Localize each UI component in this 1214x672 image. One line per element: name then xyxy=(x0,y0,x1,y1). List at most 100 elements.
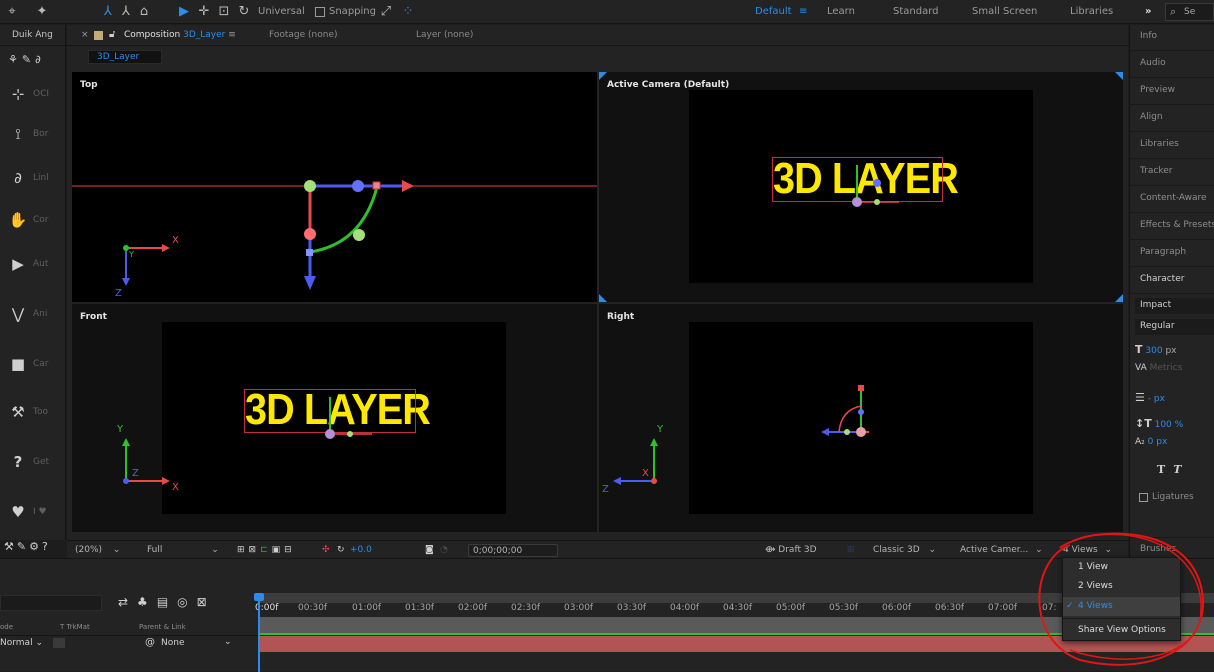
duik-item-get-help[interactable]: ? Get xyxy=(8,453,64,473)
faux-style-buttons[interactable]: TT xyxy=(1157,463,1189,476)
menu-item-1-view[interactable]: 1 View xyxy=(1063,558,1180,577)
parent-select-chevron-icon[interactable]: ⌄ xyxy=(224,637,232,647)
view-axis-mode-icon[interactable]: ⌂ xyxy=(136,4,152,20)
right-axis-gizmo xyxy=(613,438,658,485)
snap-edges-icon[interactable]: ⤢ xyxy=(378,4,394,20)
exposure-reset-icon[interactable]: ↻ xyxy=(337,544,345,557)
snapshot-camera-icon[interactable]: ◙ xyxy=(425,544,434,557)
composition-tab[interactable]: Composition 3D_Layer ≡ xyxy=(124,30,236,40)
duik-item-links[interactable]: ∂ Linl xyxy=(8,169,64,189)
col-trkmat-header: T TrkMat xyxy=(60,623,90,631)
panel-content-aware[interactable]: Content-Aware xyxy=(1130,187,1214,213)
workspace-menu-icon[interactable]: ≡ xyxy=(799,6,807,17)
top-view[interactable]: Top X Y Z xyxy=(72,72,597,302)
view-toggle-icons[interactable]: ⊞⊠⊏▣⊟ xyxy=(237,544,296,557)
world-axis-mode-icon[interactable]: ⅄ xyxy=(118,4,134,20)
duik-footer-icons[interactable]: ⚒✎⚙? xyxy=(4,540,51,553)
font-size-icon: T xyxy=(1135,343,1143,356)
duik-item-controllers[interactable]: ✋ Cor xyxy=(8,211,64,231)
snap-features-icon[interactable]: ⁘ xyxy=(400,4,416,20)
lock-icon[interactable]: 🔓︎ xyxy=(109,29,115,40)
workspace-default[interactable]: Default xyxy=(755,6,792,17)
duik-panel-title[interactable]: Duik Ang xyxy=(0,25,66,46)
font-style-field[interactable]: Regular xyxy=(1135,319,1214,335)
renderer-select[interactable]: Classic 3D ⌄ xyxy=(873,544,936,557)
scale-tool-icon[interactable]: ⊡ xyxy=(216,4,232,20)
duik-item-animation[interactable]: ⋁ Ani xyxy=(8,305,64,325)
panel-info[interactable]: Info xyxy=(1130,25,1214,51)
duik-mode-icons[interactable]: ⚘✎∂ xyxy=(8,53,45,66)
panel-paragraph[interactable]: Paragraph xyxy=(1130,241,1214,267)
channel-icon[interactable]: ✣ xyxy=(322,544,330,557)
workspace-small-screen[interactable]: Small Screen xyxy=(972,6,1037,17)
resolution-select[interactable]: Full ⌄ xyxy=(147,544,219,557)
selection-tool-icon[interactable]: ▶ xyxy=(176,4,192,20)
workspace-libraries[interactable]: Libraries xyxy=(1070,6,1113,17)
panel-audio[interactable]: Audio xyxy=(1130,52,1214,78)
active-camera-view[interactable]: Active Camera (Default) 3D LAYER xyxy=(599,72,1123,302)
snapping-checkbox[interactable] xyxy=(315,7,325,17)
baseline-row[interactable]: A₂ 0 px xyxy=(1135,437,1167,447)
active-view-corner xyxy=(1115,294,1123,302)
duik-item-oci[interactable]: ⊹ OCI xyxy=(8,85,64,105)
timeline-search-field[interactable] xyxy=(0,595,102,611)
right-view[interactable]: Right Y X Z xyxy=(599,304,1123,532)
snapping-label[interactable]: Snapping xyxy=(329,6,376,17)
font-family-field[interactable]: Impact xyxy=(1135,298,1214,314)
panel-libraries[interactable]: Libraries xyxy=(1130,133,1214,159)
composition-panel-header: × 🔓︎ Composition 3D_Layer ≡ Footage (non… xyxy=(67,25,1128,46)
footage-tab[interactable]: Footage (none) xyxy=(269,30,338,40)
parent-select[interactable]: None xyxy=(161,638,184,648)
camera-select[interactable]: Active Camer... ⌄ xyxy=(960,544,1043,557)
puppet-starch-icon[interactable]: ✦ xyxy=(34,4,50,20)
layer-tab[interactable]: Layer (none) xyxy=(416,30,473,40)
playhead-handle[interactable] xyxy=(254,593,264,601)
playhead[interactable] xyxy=(258,593,260,672)
menu-item-2-views[interactable]: 2 Views xyxy=(1063,577,1180,596)
draft3d-toggle[interactable]: ⟴ Draft 3D xyxy=(765,544,817,557)
help-search-field[interactable]: ⌕ Se xyxy=(1165,3,1214,21)
trkmat-swatch[interactable] xyxy=(53,638,65,648)
zoom-select[interactable]: (20%) ⌄ xyxy=(75,544,120,557)
show-snapshot-icon[interactable]: ◔ xyxy=(440,544,448,557)
menu-divider xyxy=(1063,618,1180,619)
ligatures-checkbox[interactable] xyxy=(1139,493,1148,502)
front-view[interactable]: Front 3D LAYER Y X Z xyxy=(72,304,597,532)
views-layout-select[interactable]: 4 Views ⌄ xyxy=(1063,544,1112,557)
panel-effects-presets[interactable]: Effects & Presets xyxy=(1130,214,1214,240)
panel-preview[interactable]: Preview xyxy=(1130,79,1214,105)
kerning-row[interactable]: VA Metrics xyxy=(1135,363,1182,373)
duik-item-bones[interactable]: ⟟ Bor xyxy=(8,125,64,145)
font-size-row[interactable]: T 300 px xyxy=(1135,343,1177,356)
timecode-field[interactable]: 0;00;00;00 xyxy=(468,544,558,557)
menu-item-4-views[interactable]: ✓ 4 Views xyxy=(1063,597,1180,616)
local-axis-mode-icon[interactable]: ⅄ xyxy=(100,4,116,20)
leading-row[interactable]: ☰ - px xyxy=(1135,391,1165,404)
workspace-standard[interactable]: Standard xyxy=(893,6,939,17)
timeline-switch-icons[interactable]: ⇄♣▤◎⊠ xyxy=(118,595,216,609)
close-tab-icon[interactable]: × xyxy=(81,30,89,40)
workspace-learn[interactable]: Learn xyxy=(827,6,855,17)
puppet-pin-icon[interactable]: ⌖ xyxy=(4,4,20,20)
universal-label[interactable]: Universal xyxy=(258,6,305,17)
exposure-value[interactable]: +0.0 xyxy=(350,544,372,557)
front-axis-gizmo xyxy=(122,438,170,485)
duik-item-tools[interactable]: ⚒ Too xyxy=(8,403,64,423)
grid-icon[interactable]: ⊞ xyxy=(847,544,855,557)
panel-brushes[interactable]: Brushes xyxy=(1130,537,1214,558)
workspace-overflow-button[interactable]: » xyxy=(1145,6,1151,17)
panel-align[interactable]: Align xyxy=(1130,106,1214,132)
mode-select[interactable]: Normal ⌄ xyxy=(0,638,43,648)
duik-item-automation[interactable]: ▶ Aut xyxy=(8,255,64,275)
vertical-scale-row[interactable]: ↕T 100 % xyxy=(1135,417,1183,430)
panel-character[interactable]: Character xyxy=(1130,268,1214,294)
panel-tracker[interactable]: Tracker xyxy=(1130,160,1214,186)
duik-item-love[interactable]: ♥ I ♥ xyxy=(8,503,64,523)
menu-item-share-view-options[interactable]: Share View Options xyxy=(1063,621,1180,640)
comp-breadcrumb[interactable]: 3D_Layer xyxy=(88,50,162,64)
rotate-tool-icon[interactable]: ↻ xyxy=(236,4,252,20)
parent-pickwhip-icon[interactable]: @ xyxy=(145,637,155,648)
duik-item-camera[interactable]: ■ Car xyxy=(8,355,64,375)
top-axis-x-label: X xyxy=(172,235,179,246)
move-tool-icon[interactable]: ✛ xyxy=(196,4,212,20)
